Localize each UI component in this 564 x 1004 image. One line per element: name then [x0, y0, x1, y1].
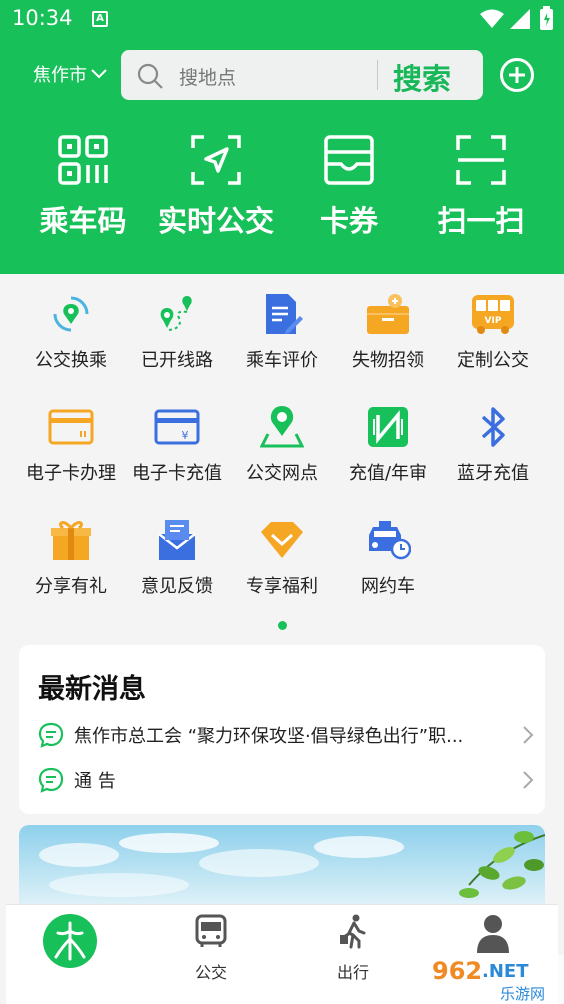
search-icon — [137, 63, 163, 89]
promo-banner[interactable] — [19, 825, 545, 905]
service-label: 蓝牙充值 — [457, 463, 529, 484]
news-item-text: 通 告 — [74, 771, 116, 792]
news-item-text: 焦作市总工会 “聚力环保攻坚·倡导绿色出行”职... — [74, 726, 464, 747]
chevron-right-icon — [523, 771, 534, 789]
service-point-icon — [260, 406, 304, 448]
profile-icon — [477, 915, 509, 953]
news-item[interactable]: 焦作市总工会 “聚力环保攻坚·倡导绿色出行”职... — [38, 715, 534, 755]
search-input[interactable]: 搜地点 — [179, 63, 236, 90]
search-bar[interactable]: 搜地点 搜索 — [121, 50, 483, 100]
walking-person-icon — [340, 914, 366, 949]
quick-card-coupon[interactable]: 卡券 — [279, 134, 419, 240]
chevron-down-icon — [91, 69, 107, 79]
card-recharge-icon: ¥ — [154, 409, 200, 445]
feedback-mail-icon — [158, 520, 196, 560]
city-name: 焦作市 — [33, 65, 87, 86]
service-label: 分享有礼 — [35, 576, 107, 597]
tab-label: 公交 — [194, 963, 227, 982]
search-divider — [377, 60, 378, 90]
transfer-location-icon — [53, 296, 89, 332]
service-label: 已开线路 — [141, 350, 213, 371]
tab-home[interactable] — [15, 913, 125, 973]
wifi-icon — [480, 9, 504, 28]
sky-clouds-image — [39, 831, 545, 898]
news-item[interactable]: 通 告 — [38, 760, 534, 800]
service-bus-transfer[interactable]: 公交换乘 — [15, 290, 127, 372]
quick-label: 乘车码 — [39, 204, 127, 238]
service-label: 电子卡办理 — [26, 463, 116, 484]
tab-profile[interactable] — [438, 913, 548, 961]
service-exclusive-welfare[interactable]: 专享福利 — [226, 516, 338, 598]
header-area: 10:34 A 焦作市 搜地点 搜索 乘车码 实时公交 卡券 扫一扫 — [0, 0, 564, 274]
home-logo-icon — [43, 914, 97, 968]
quick-label: 扫一扫 — [437, 204, 525, 238]
service-share-gift[interactable]: 分享有礼 — [15, 516, 127, 598]
service-lost-found[interactable]: 失物招领 — [332, 290, 444, 372]
quick-realtime-bus[interactable]: 实时公交 — [146, 134, 286, 240]
svg-text:VIP: VIP — [485, 316, 502, 326]
page-indicator-dot — [278, 621, 287, 630]
service-label: 电子卡充值 — [132, 463, 222, 484]
battery-icon — [540, 6, 553, 30]
quick-label: 实时公交 — [157, 204, 274, 238]
city-selector[interactable]: 焦作市 — [33, 61, 107, 87]
service-ride-review[interactable]: 乘车评价 — [226, 290, 338, 372]
diamond-welfare-icon — [261, 522, 303, 558]
signal-icon — [510, 9, 530, 29]
service-label: 定制公交 — [457, 350, 529, 371]
watermark-logo: 962 .NET 乐游网 — [424, 955, 564, 1004]
qr-code-icon — [58, 135, 108, 185]
gift-icon — [51, 521, 91, 560]
quick-ride-code[interactable]: 乘车码 — [13, 134, 153, 240]
tab-travel[interactable]: 出行 — [298, 913, 408, 983]
service-bluetooth-recharge[interactable]: 蓝牙充值 — [437, 403, 549, 485]
service-label: 意见反馈 — [141, 576, 213, 597]
review-document-icon — [266, 294, 303, 334]
news-card: 最新消息 焦作市总工会 “聚力环保攻坚·倡导绿色出行”职... 通 告 — [19, 645, 545, 814]
nfc-icon — [368, 407, 408, 447]
quick-scan[interactable]: 扫一扫 — [411, 134, 551, 240]
service-label: 失物招领 — [352, 350, 424, 371]
search-button[interactable]: 搜索 — [393, 56, 451, 98]
news-title: 最新消息 — [38, 674, 146, 705]
vip-bus-icon: VIP — [472, 295, 514, 334]
service-label: 充值/年审 — [348, 463, 428, 484]
service-label: 网约车 — [361, 576, 415, 597]
scan-icon — [456, 135, 506, 185]
message-bubble-icon — [38, 722, 64, 748]
service-ecard-apply[interactable]: 电子卡办理 — [15, 403, 127, 485]
e-card-icon — [48, 409, 94, 445]
bus-icon — [195, 914, 227, 947]
lost-found-box-icon — [367, 294, 409, 334]
card-coupon-icon — [324, 135, 374, 185]
tab-bus[interactable]: 公交 — [156, 913, 266, 983]
service-ride-hailing[interactable]: 网约车 — [332, 516, 444, 598]
service-feedback[interactable]: 意见反馈 — [121, 516, 233, 598]
add-icon[interactable] — [499, 57, 535, 93]
service-label: 专享福利 — [246, 576, 318, 597]
quick-label: 卡券 — [319, 204, 378, 238]
ride-hailing-car-icon — [369, 521, 411, 560]
service-label: 乘车评价 — [246, 350, 318, 371]
message-bubble-icon — [38, 767, 64, 793]
tab-label: 出行 — [336, 963, 369, 982]
service-open-routes[interactable]: 已开线路 — [121, 290, 233, 372]
service-bus-outlets[interactable]: 公交网点 — [226, 403, 338, 485]
svg-text:乐游网: 乐游网 — [500, 985, 545, 1003]
sim-icon: A — [92, 11, 108, 27]
route-icon — [160, 296, 192, 331]
status-bar: 10:34 A — [0, 0, 564, 38]
svg-text:962: 962 — [432, 957, 482, 985]
service-label: 公交换乘 — [35, 350, 107, 371]
service-recharge-annual[interactable]: 充值/年审 — [332, 403, 444, 485]
svg-text:.NET: .NET — [482, 961, 529, 982]
chevron-right-icon — [523, 726, 534, 744]
service-ecard-recharge[interactable]: ¥ 电子卡充值 — [121, 403, 233, 485]
status-time: 10:34 — [12, 6, 73, 30]
navigation-arrow-icon — [191, 135, 241, 185]
service-custom-bus[interactable]: VIP 定制公交 — [437, 290, 549, 372]
bluetooth-icon — [481, 407, 505, 447]
service-label: 公交网点 — [246, 463, 318, 484]
svg-text:¥: ¥ — [182, 429, 189, 442]
